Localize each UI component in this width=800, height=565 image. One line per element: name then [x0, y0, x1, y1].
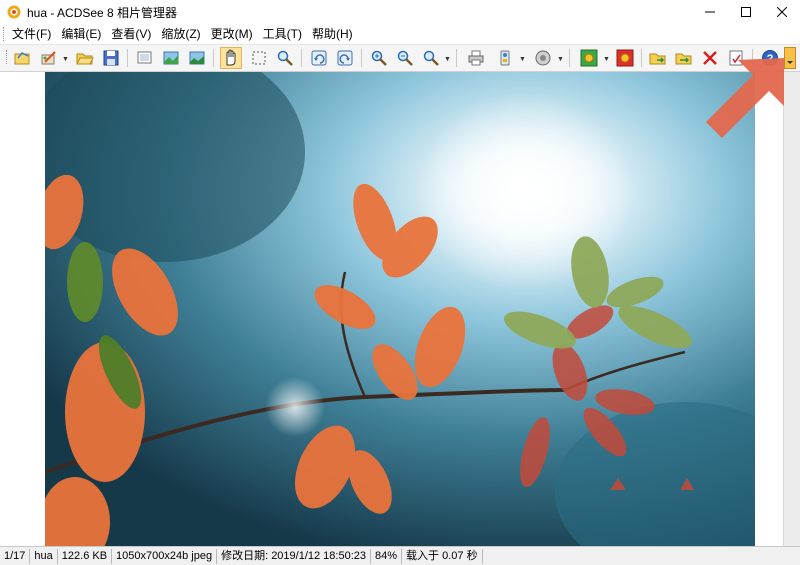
- browse-button[interactable]: [12, 47, 34, 69]
- toolbar: ▼ ▼ ▼ ▼ ▼: [0, 44, 800, 72]
- rotate-right-button[interactable]: [334, 47, 356, 69]
- zoom-in-button[interactable]: [368, 47, 390, 69]
- window-title: hua - ACDSee 8 相片管理器: [27, 5, 178, 20]
- maximize-button[interactable]: [728, 0, 764, 24]
- rotate-left-button[interactable]: [308, 47, 330, 69]
- acquire-icon: [500, 50, 510, 66]
- properties-icon: [137, 51, 152, 64]
- open-folder-icon: [76, 53, 94, 65]
- menu-bar: 文件(F) 编辑(E) 查看(V) 缩放(Z) 更改(M) 工具(T) 帮助(H…: [0, 24, 800, 44]
- previous-image-button[interactable]: [160, 47, 182, 69]
- status-filename: hua: [30, 548, 58, 564]
- menu-modify[interactable]: 更改(M): [206, 24, 258, 44]
- menu-view[interactable]: 查看(V): [106, 24, 156, 44]
- zoom-in-icon: [371, 50, 387, 66]
- copy-to-folder-icon: [649, 53, 666, 65]
- status-zoom: 84%: [371, 548, 403, 564]
- toolbar-separator: [569, 49, 570, 67]
- wallpaper-tile-icon: [616, 49, 634, 67]
- browse-icon: [14, 52, 30, 65]
- open-folder-button[interactable]: [74, 47, 96, 69]
- close-button[interactable]: [764, 0, 800, 24]
- print-button[interactable]: [465, 47, 487, 69]
- slideshow-dropdown-icon[interactable]: ▼: [557, 56, 564, 63]
- properties-button[interactable]: [134, 47, 156, 69]
- toolbar-separator: [641, 49, 642, 67]
- minimize-button[interactable]: [692, 0, 728, 24]
- title-bar[interactable]: hua - ACDSee 8 相片管理器: [0, 0, 800, 24]
- maximize-icon: [741, 7, 751, 17]
- edit-dropdown-icon[interactable]: ▼: [62, 56, 69, 63]
- magnifier-button[interactable]: [274, 47, 296, 69]
- toolbar-separator: [361, 49, 362, 67]
- wallpaper-dropdown-icon[interactable]: ▼: [603, 56, 610, 63]
- copy-to-folder-button[interactable]: [647, 47, 669, 69]
- toolbar-separator: [213, 49, 214, 67]
- status-index: 1/17: [0, 548, 31, 564]
- toolbar-separator: [301, 49, 302, 67]
- menu-file[interactable]: 文件(F): [7, 24, 56, 44]
- select-tool-icon: [252, 51, 266, 65]
- print-icon: [468, 50, 484, 66]
- zoom-dropdown-icon[interactable]: ▼: [444, 56, 451, 63]
- zoom-out-icon: [397, 50, 413, 66]
- toolbar-separator: [456, 49, 457, 67]
- next-image-button[interactable]: [186, 47, 208, 69]
- move-to-folder-button[interactable]: [673, 47, 695, 69]
- slideshow-audio-button[interactable]: [532, 47, 554, 69]
- menu-edit[interactable]: 编辑(E): [56, 24, 106, 44]
- acquire-button[interactable]: [494, 47, 516, 69]
- menu-tools[interactable]: 工具(T): [258, 24, 307, 44]
- wallpaper-center-icon: [580, 49, 598, 67]
- previous-image-icon: [163, 51, 179, 65]
- window-controls: [692, 0, 800, 24]
- menu-zoom[interactable]: 缩放(Z): [156, 24, 205, 44]
- close-icon: [777, 7, 787, 17]
- edit-icon: [41, 51, 56, 65]
- zoom-menu-icon: [423, 50, 439, 66]
- select-tool-button[interactable]: [248, 47, 270, 69]
- status-bar: 1/17 hua 122.6 KB 1050x700x24b jpeg 修改日期…: [0, 546, 800, 565]
- status-load-time: 载入于 0.07 秒: [402, 548, 483, 564]
- save-icon: [103, 50, 119, 66]
- hand-tool-icon: [226, 49, 236, 66]
- acdsee-app-icon: [7, 5, 21, 19]
- magnifier-icon: [277, 50, 293, 66]
- zoom-menu-button[interactable]: [420, 47, 442, 69]
- minimize-icon: [705, 11, 715, 13]
- rotate-left-icon: [311, 50, 327, 66]
- hand-tool-button[interactable]: [220, 47, 242, 69]
- status-filesize: 122.6 KB: [58, 548, 113, 564]
- move-to-folder-icon: [675, 53, 692, 65]
- rotate-right-icon: [337, 50, 353, 66]
- save-button[interactable]: [100, 47, 122, 69]
- slideshow-audio-icon: [535, 50, 551, 66]
- wallpaper-center-button[interactable]: [578, 47, 600, 69]
- status-modified-date: 修改日期: 2019/1/12 18:50:23: [217, 548, 372, 564]
- toolbar-separator: [127, 49, 128, 67]
- flower-photo: [45, 72, 755, 546]
- annotation-arrow-icon: [706, 58, 784, 138]
- status-dimensions: 1050x700x24b jpeg: [112, 548, 218, 564]
- menu-help[interactable]: 帮助(H): [307, 24, 358, 44]
- zoom-out-button[interactable]: [394, 47, 416, 69]
- right-scroll-gutter[interactable]: [783, 72, 800, 546]
- viewed-image[interactable]: [45, 72, 755, 546]
- acquire-dropdown-icon[interactable]: ▼: [519, 56, 526, 63]
- toolbar-grip[interactable]: [6, 50, 10, 64]
- next-image-icon: [189, 51, 205, 65]
- acdsee-window: hua - ACDSee 8 相片管理器 文件(F) 编辑(E) 查看(V) 缩…: [0, 0, 800, 565]
- wallpaper-tile-button[interactable]: [614, 47, 636, 69]
- edit-button[interactable]: [38, 47, 60, 69]
